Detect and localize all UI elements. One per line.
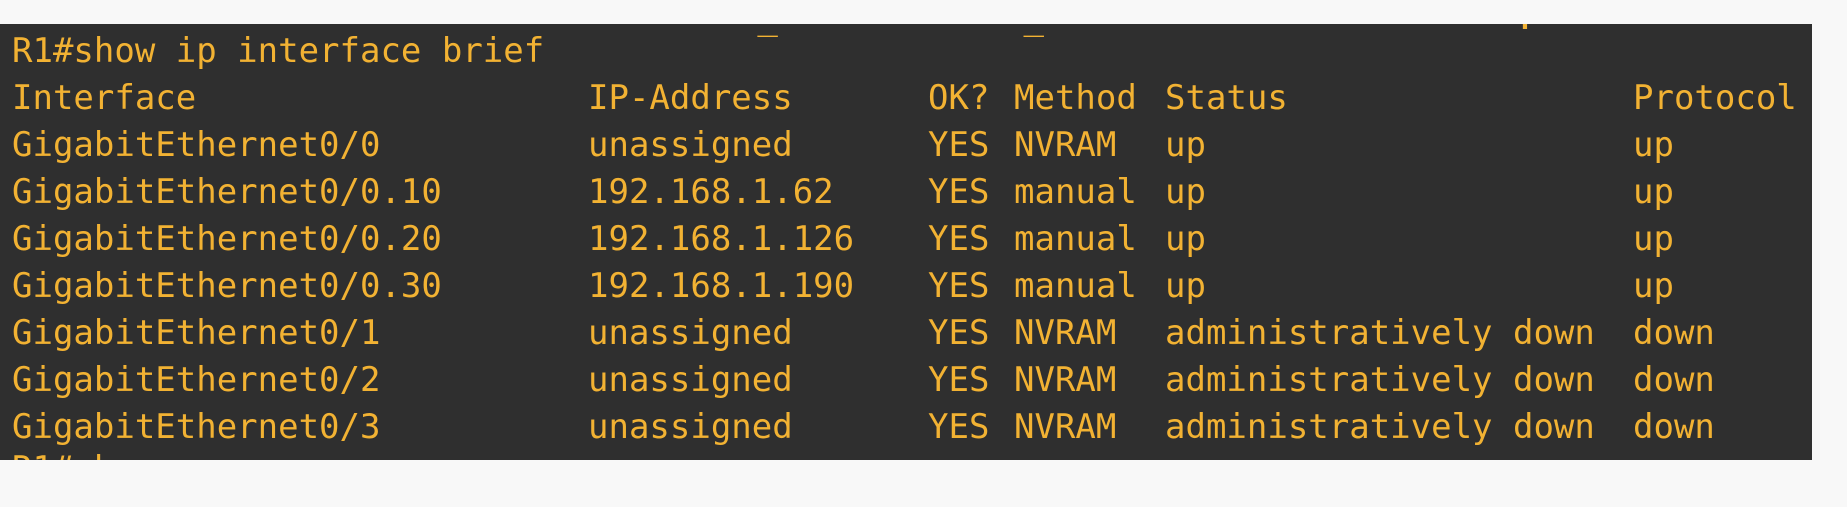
interface-name: GigabitEthernet0/0.10 [12,172,442,212]
ok-value: YES [928,172,990,212]
ok-value: YES [928,407,990,447]
ip-address: 192.168.1.190 [588,266,855,306]
method-value: manual [1014,172,1137,212]
interface-name: GigabitEthernet0/1 [12,313,381,353]
header-ok: OK? [928,78,990,118]
status-value: up [1165,219,1206,259]
interface-name: GigabitEthernet0/2 [12,360,381,400]
terminal-window: _ _ . R1#show ip interface brief Interfa… [0,24,1812,460]
status-value: administratively down [1165,407,1595,447]
ok-value: YES [928,313,990,353]
protocol-value: up [1633,172,1674,212]
method-value: manual [1014,219,1137,259]
interface-name: GigabitEthernet0/0.20 [12,219,442,259]
ip-address: unassigned [588,125,793,165]
interface-name: GigabitEthernet0/3 [12,407,381,447]
method-value: NVRAM [1014,360,1117,400]
ip-address: 192.168.1.62 [588,172,834,212]
method-value: NVRAM [1014,125,1117,165]
protocol-value: up [1633,125,1674,165]
ip-address: unassigned [588,407,793,447]
protocol-value: down [1633,360,1715,400]
status-value: administratively down [1165,313,1595,353]
ok-value: YES [928,360,990,400]
method-value: manual [1014,266,1137,306]
header-status: Status [1165,78,1288,118]
protocol-value: down [1633,407,1715,447]
header-protocol: Protocol [1633,78,1797,118]
status-value: up [1165,266,1206,306]
header-interface: Interface [12,78,197,118]
protocol-value: up [1633,266,1674,306]
status-value: administratively down [1165,360,1595,400]
method-value: NVRAM [1014,407,1117,447]
command-prompt-line: R1#show ip interface brief [12,31,545,71]
ok-value: YES [928,125,990,165]
header-method: Method [1014,78,1137,118]
terminal-bottom-partial-line: R1#show [12,446,565,460]
status-value: up [1165,125,1206,165]
header-ip-address: IP-Address [588,78,793,118]
interface-name: GigabitEthernet0/0 [12,125,381,165]
status-value: up [1165,172,1206,212]
method-value: NVRAM [1014,313,1117,353]
ip-address: 192.168.1.126 [588,219,855,259]
protocol-value: up [1633,219,1674,259]
ip-address: unassigned [588,360,793,400]
ip-address: unassigned [588,313,793,353]
protocol-value: down [1633,313,1715,353]
ok-value: YES [928,219,990,259]
interface-name: GigabitEthernet0/0.30 [12,266,442,306]
ok-value: YES [928,266,990,306]
